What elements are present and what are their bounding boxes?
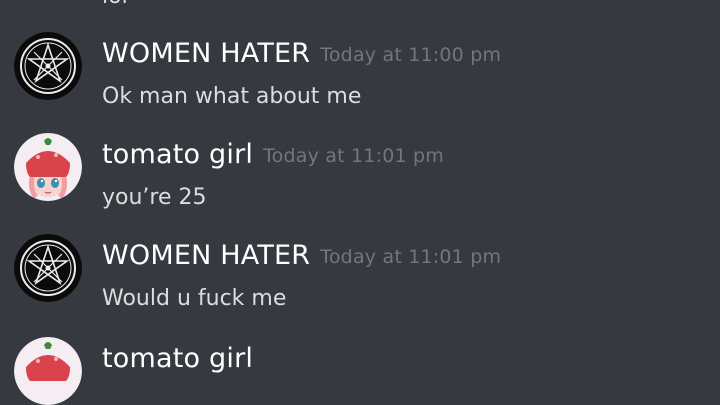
message-content: Ok man what about me	[102, 84, 362, 109]
chat-message-list[interactable]: lol WOMEN HATER Today at 11:00 pm Ok man …	[0, 0, 720, 405]
author-name[interactable]: WOMEN HATER	[102, 240, 310, 271]
message-content: you’re 25	[102, 185, 207, 210]
message-username[interactable]: WOMEN HATER Today at 11:00 pm	[102, 38, 501, 69]
pentagram-icon[interactable]	[14, 32, 82, 100]
tomato-girl-icon[interactable]	[14, 133, 82, 201]
message-username[interactable]: tomato girl	[102, 343, 253, 374]
pentagram-icon[interactable]	[14, 234, 82, 302]
message-timestamp: Today at 11:00 pm	[320, 44, 502, 66]
author-name[interactable]: WOMEN HATER	[102, 38, 310, 69]
tomato-girl-icon[interactable]	[14, 337, 82, 405]
author-name[interactable]: tomato girl	[102, 139, 253, 170]
message-timestamp: Today at 11:01 pm	[320, 246, 502, 268]
message-content: Would u fuck me	[102, 286, 287, 311]
message-username[interactable]: tomato girl Today at 11:01 pm	[102, 139, 444, 170]
author-name[interactable]: tomato girl	[102, 343, 253, 374]
message-username[interactable]: WOMEN HATER Today at 11:01 pm	[102, 240, 501, 271]
previous-message-fragment: lol	[102, 0, 128, 9]
message-timestamp: Today at 11:01 pm	[263, 145, 444, 167]
